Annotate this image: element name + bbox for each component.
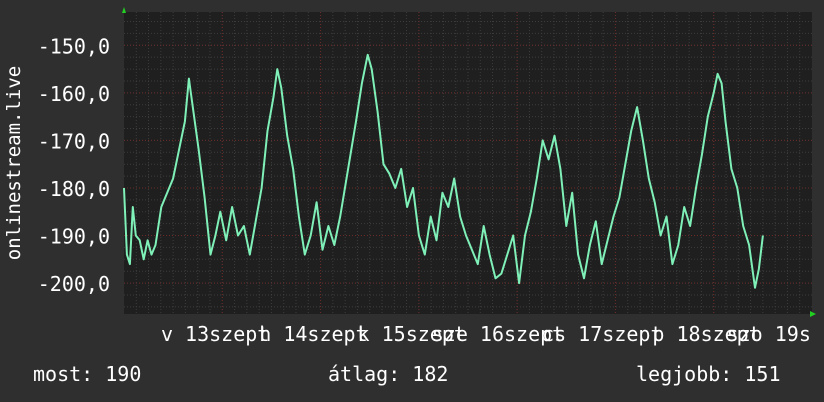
x-tick-label: p 18 (652, 322, 700, 346)
x-tick-label: h 14 (259, 322, 307, 346)
x-tick-label: k 15 (358, 322, 406, 346)
x-tick-label: sze 16 (432, 322, 504, 346)
stat-average: átlag: 182 (328, 362, 449, 386)
y-tick-label: -170,0 (38, 129, 110, 153)
line-chart: -150,0 -160,0 -170,0 -180,0 -190,0 -200,0 v 1… (3, 7, 816, 346)
x-tick-label: szo 19 (727, 322, 799, 346)
stat-best: legjobb: 151 (636, 362, 781, 386)
y-tick-label: -200,0 (38, 272, 110, 296)
stat-current: most: 190 (33, 362, 142, 386)
x-tick-label: v 13 (161, 322, 209, 346)
y-tick-label: -180,0 (38, 177, 110, 201)
x-axis-arrow-icon (810, 311, 816, 317)
y-axis-arrow-icon (122, 7, 126, 13)
x-tick-label: s (799, 322, 811, 346)
y-tick-label: -160,0 (38, 82, 110, 106)
x-tick-label: cs 17 (542, 322, 602, 346)
y-axis-label: onlinestream.live (3, 66, 25, 260)
y-tick-label: -190,0 (38, 225, 110, 249)
x-axis-tick-labels: v 13 szepth 14 szeptk 15 szeptsze 16 szeptcs… (161, 322, 811, 346)
y-axis-tick-labels: -150,0 -160,0 -170,0 -180,0 -190,0 -200,0 (38, 34, 110, 296)
y-tick-label: -150,0 (38, 34, 110, 58)
